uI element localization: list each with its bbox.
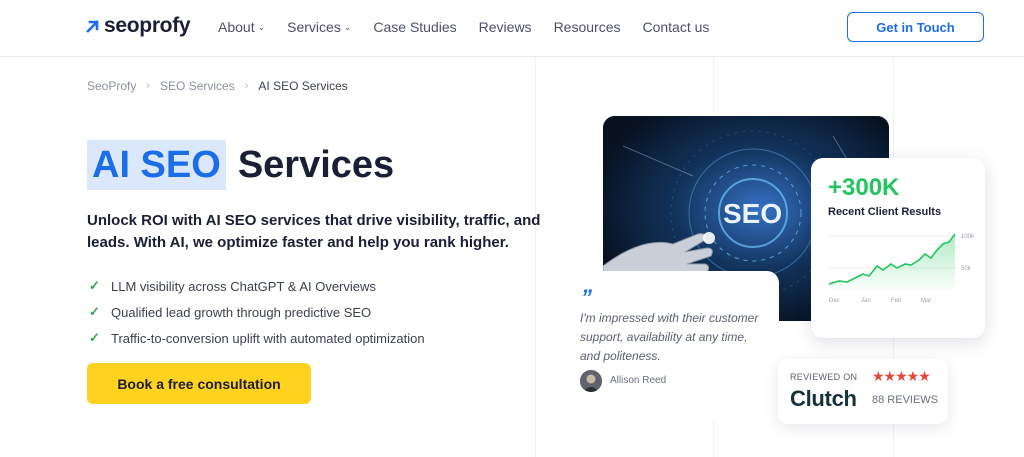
nav-item-label: Services xyxy=(287,19,341,35)
main-nav: About ⌄ Services ⌄ Case Studies Reviews … xyxy=(218,19,709,35)
title-rest: Services xyxy=(237,143,395,186)
list-item: ✓ Traffic-to-conversion uplift with auto… xyxy=(89,325,425,351)
benefit-list: ✓ LLM visibility across ChatGPT & AI Ove… xyxy=(89,273,425,351)
nav-item-case-studies[interactable]: Case Studies xyxy=(373,19,456,35)
results-label: Recent Client Results xyxy=(828,206,942,218)
benefit-text: LLM visibility across ChatGPT & AI Overv… xyxy=(111,278,376,294)
chevron-right-icon: › xyxy=(146,80,151,92)
clutch-logo: Clutch xyxy=(790,386,857,412)
nav-item-label: Contact us xyxy=(642,19,710,35)
book-consultation-button[interactable]: Book a free consultation xyxy=(87,363,311,404)
quote-icon: ” xyxy=(581,285,592,310)
benefit-text: Traffic-to-conversion uplift with automa… xyxy=(111,330,425,346)
avatar xyxy=(580,370,602,392)
hero-subtitle: Unlock ROI with AI SEO services that dri… xyxy=(87,212,541,251)
results-chart: 100k 50k Dec Jan Feb Mar xyxy=(828,233,975,304)
chart-x-label: Jan xyxy=(861,298,871,304)
star-rating-icon: ★★★★★ xyxy=(872,368,931,384)
results-value: +300K xyxy=(828,174,900,201)
nav-item-resources[interactable]: Resources xyxy=(554,19,621,35)
nav-item-label: Resources xyxy=(553,19,621,35)
nav-item-reviews[interactable]: Reviews xyxy=(479,19,532,35)
breadcrumb: SeoProfy › SEO Services › AI SEO Service… xyxy=(87,79,348,93)
nav-item-label: About xyxy=(218,19,255,35)
testimonial-author: Allison Reed xyxy=(610,375,667,386)
get-in-touch-button[interactable]: Get in Touch xyxy=(847,12,984,42)
chevron-right-icon: › xyxy=(244,80,249,92)
breadcrumb-link-home[interactable]: SeoProfy xyxy=(87,79,136,93)
check-icon: ✓ xyxy=(89,304,100,319)
page-title: AI SEO Services xyxy=(87,140,394,190)
clutch-review-badge[interactable]: REVIEWED ON ★★★★★ Clutch 88 REVIEWS xyxy=(778,359,948,424)
logo-arrow-icon xyxy=(86,20,99,33)
chart-y-label: 50k xyxy=(961,266,972,272)
nav-item-contact[interactable]: Contact us xyxy=(642,19,709,35)
grid-divider xyxy=(535,57,536,457)
person-icon xyxy=(580,370,602,392)
breadcrumb-link-seo-services[interactable]: SEO Services xyxy=(160,79,235,93)
chevron-down-icon: ⌄ xyxy=(343,21,352,32)
logo[interactable]: seoprofy xyxy=(86,14,191,38)
chart-x-label: Feb xyxy=(891,298,902,304)
benefit-text: Qualified lead growth through predictive… xyxy=(111,304,372,320)
chart-x-label: Dec xyxy=(829,298,840,304)
reviews-count: 88 REVIEWS xyxy=(872,394,939,406)
nav-item-label: Case Studies xyxy=(373,19,457,35)
chevron-down-icon: ⌄ xyxy=(257,21,266,32)
check-icon: ✓ xyxy=(89,278,100,293)
nav-item-label: Reviews xyxy=(478,19,532,35)
nav-item-services[interactable]: Services ⌄ xyxy=(287,19,351,35)
list-item: ✓ LLM visibility across ChatGPT & AI Ove… xyxy=(89,273,425,299)
clutch-logo-text: Clutch xyxy=(790,386,857,411)
check-icon: ✓ xyxy=(89,330,100,345)
breadcrumb-current: AI SEO Services xyxy=(258,79,348,93)
logo-text: seoprofy xyxy=(104,14,191,37)
title-highlight: AI SEO xyxy=(87,140,226,190)
chart-y-label: 100k xyxy=(961,234,975,240)
seo-overlay-text: SEO xyxy=(723,198,783,229)
nav-item-about[interactable]: About ⌄ xyxy=(218,19,265,35)
client-results-card: +300K Recent Client Results 100k 50k Dec… xyxy=(811,158,985,338)
testimonial-text: I'm impressed with their customer suppor… xyxy=(580,311,759,363)
testimonial-card: ” I'm impressed with their customer supp… xyxy=(565,271,779,421)
reviewed-on-label: REVIEWED ON xyxy=(790,372,858,382)
chart-x-label: Mar xyxy=(921,298,931,304)
list-item: ✓ Qualified lead growth through predicti… xyxy=(89,299,425,325)
site-header: seoprofy About ⌄ Services ⌄ Case Studies… xyxy=(0,0,1024,57)
